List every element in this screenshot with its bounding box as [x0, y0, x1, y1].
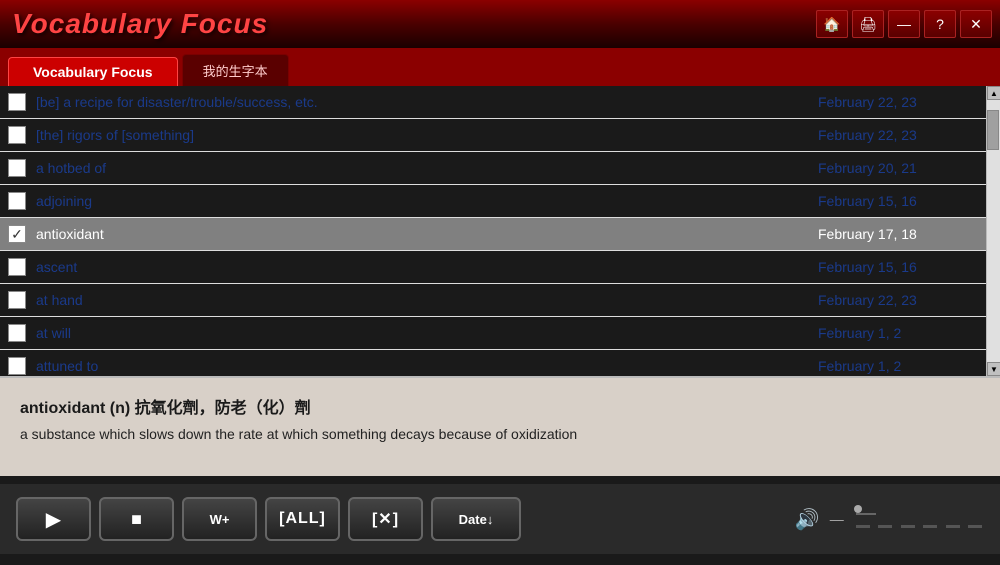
vol-dash-1: [856, 525, 870, 528]
date-sort-button[interactable]: Date↓: [431, 497, 521, 541]
title-bar-controls: 🏠 🖨 — ? ✕: [816, 10, 992, 38]
table-row[interactable]: [the] rigors of [something] February 22,…: [0, 119, 986, 152]
tab-my-words[interactable]: 我的生字本: [182, 54, 289, 86]
row-checkbox[interactable]: [8, 126, 26, 144]
row-checkbox[interactable]: [8, 291, 26, 309]
scrollbar[interactable]: ▲ ▼: [986, 86, 1000, 376]
vocab-term: attuned to: [36, 358, 818, 374]
vol-dash-5: [946, 525, 960, 528]
row-checkbox[interactable]: [8, 192, 26, 210]
row-checkbox[interactable]: [8, 324, 26, 342]
table-row-selected[interactable]: ✓ antioxidant February 17, 18: [0, 218, 986, 251]
vocab-date: February 22, 23: [818, 292, 978, 308]
title-bar: Vocabulary Focus 🏠 🖨 — ? ✕: [0, 0, 1000, 48]
app-title: Vocabulary Focus: [12, 8, 268, 40]
stop-icon: ■: [131, 509, 142, 530]
table-row[interactable]: at will February 1, 2: [0, 317, 986, 350]
all-button[interactable]: [ALL]: [265, 497, 340, 541]
definition-term: antioxidant (n) 抗氧化劑，防老（化）劑: [20, 394, 980, 418]
vocab-term: ascent: [36, 259, 818, 275]
content-area: [be] a recipe for disaster/trouble/succe…: [0, 86, 1000, 376]
home-button[interactable]: 🏠: [816, 10, 848, 38]
vocab-date: February 20, 21: [818, 160, 978, 176]
vocab-date: February 17, 18: [818, 226, 978, 242]
table-row[interactable]: at hand February 22, 23: [0, 284, 986, 317]
table-row[interactable]: a hotbed of February 20, 21: [0, 152, 986, 185]
vocab-list: [be] a recipe for disaster/trouble/succe…: [0, 86, 986, 376]
vol-dash-6: [968, 525, 982, 528]
tab-area: Vocabulary Focus 我的生字本: [0, 48, 1000, 86]
vocab-date: February 15, 16: [818, 259, 978, 275]
volume-icon[interactable]: 🔊: [795, 507, 820, 532]
vol-dash-4: [923, 525, 937, 528]
vocab-date: February 15, 16: [818, 193, 978, 209]
vocab-term: at hand: [36, 292, 818, 308]
add-word-label: W+: [210, 512, 230, 527]
vol-dash-3: [901, 525, 915, 528]
vocab-date: February 1, 2: [818, 358, 978, 374]
stop-button[interactable]: ■: [99, 497, 174, 541]
controls-bar: ▶ ■ W+ [ALL] [✕] Date↓ 🔊 —: [0, 484, 1000, 554]
vocab-term: adjoining: [36, 193, 818, 209]
all-label: [ALL]: [279, 510, 326, 528]
definition-text: a substance which slows down the rate at…: [20, 424, 980, 445]
play-button[interactable]: ▶: [16, 497, 91, 541]
table-row[interactable]: ascent February 15, 16: [0, 251, 986, 284]
add-word-button[interactable]: W+: [182, 497, 257, 541]
vocab-term: a hotbed of: [36, 160, 818, 176]
definition-area: antioxidant (n) 抗氧化劑，防老（化）劑 a substance …: [0, 376, 1000, 476]
vocab-term: [the] rigors of [something]: [36, 127, 818, 143]
row-checkbox[interactable]: [8, 159, 26, 177]
close-button[interactable]: ✕: [960, 10, 992, 38]
vocab-term: antioxidant: [36, 226, 818, 242]
minimize-button[interactable]: —: [888, 10, 920, 38]
vocab-date: February 22, 23: [818, 94, 978, 110]
vocab-date: February 22, 23: [818, 127, 978, 143]
remove-button[interactable]: [✕]: [348, 497, 423, 541]
scroll-down-arrow[interactable]: ▼: [987, 362, 1000, 376]
vocab-term: at will: [36, 325, 818, 341]
vol-dot-1: [854, 505, 862, 513]
print-button[interactable]: 🖨: [852, 10, 884, 38]
date-sort-label: Date↓: [459, 512, 494, 527]
scroll-track[interactable]: [987, 100, 1000, 362]
vocab-term: [be] a recipe for disaster/trouble/succe…: [36, 94, 818, 110]
vol-line: [856, 513, 876, 515]
row-checkbox[interactable]: [8, 258, 26, 276]
scroll-thumb[interactable]: [987, 110, 999, 150]
bottom-separator: [0, 476, 1000, 484]
help-button[interactable]: ?: [924, 10, 956, 38]
remove-label: [✕]: [372, 509, 399, 529]
scroll-up-arrow[interactable]: ▲: [987, 86, 1000, 100]
volume-area: 🔊 —: [795, 505, 984, 533]
vocab-date: February 1, 2: [818, 325, 978, 341]
play-icon: ▶: [46, 507, 61, 532]
row-checkbox[interactable]: [8, 357, 26, 375]
vol-dash-2: [878, 525, 892, 528]
volume-separator: —: [830, 511, 844, 527]
row-checkbox[interactable]: [8, 93, 26, 111]
table-row[interactable]: adjoining February 15, 16: [0, 185, 986, 218]
volume-indicator: [854, 505, 984, 533]
table-row[interactable]: [be] a recipe for disaster/trouble/succe…: [0, 86, 986, 119]
row-checkbox-checked[interactable]: ✓: [8, 225, 26, 243]
table-row[interactable]: attuned to February 1, 2: [0, 350, 986, 376]
tab-vocabulary-focus[interactable]: Vocabulary Focus: [8, 57, 178, 86]
